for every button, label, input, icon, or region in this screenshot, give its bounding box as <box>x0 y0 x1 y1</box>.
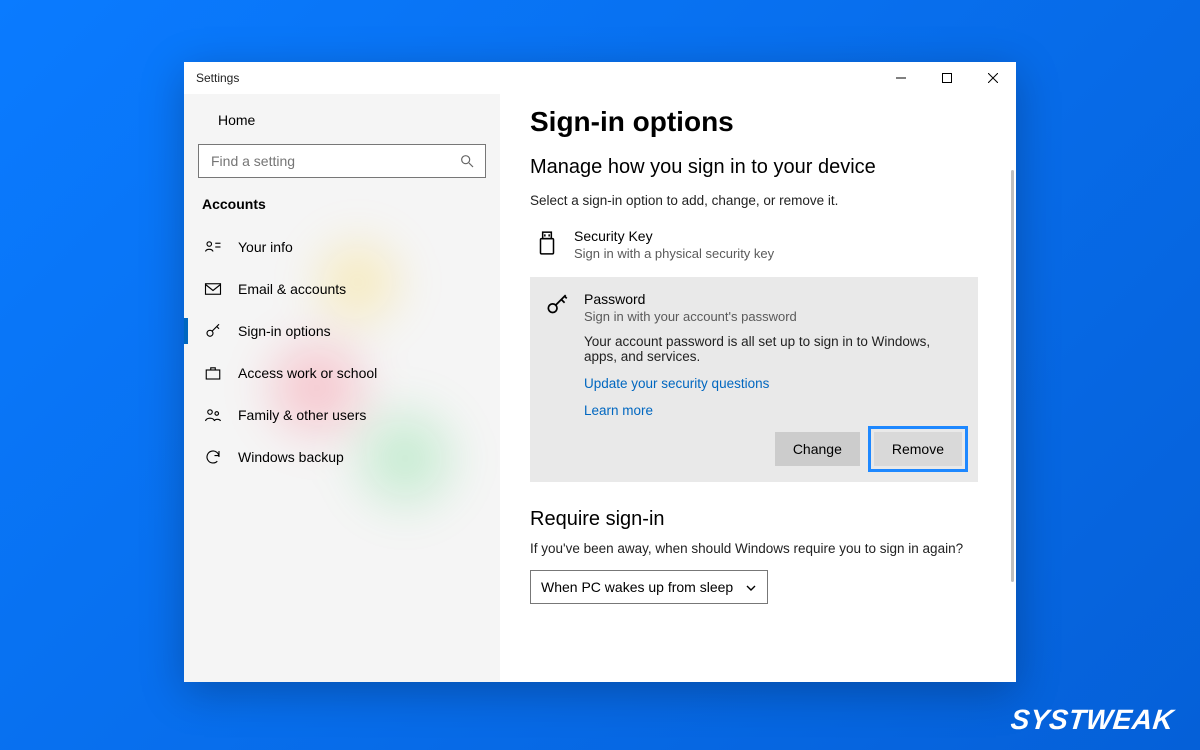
sidebar-item-work-school[interactable]: Access work or school <box>198 352 486 394</box>
option-title: Security Key <box>574 228 774 244</box>
page-hint: Select a sign-in option to add, change, … <box>530 193 978 208</box>
sidebar-nav: Your info Email & accounts Sign-in optio… <box>198 226 486 478</box>
password-key-icon <box>544 293 570 319</box>
sidebar-item-label: Family & other users <box>238 407 366 423</box>
chevron-down-icon <box>745 581 757 593</box>
learn-more-link[interactable]: Learn more <box>584 403 962 418</box>
sidebar-item-your-info[interactable]: Your info <box>198 226 486 268</box>
window-title: Settings <box>196 71 239 85</box>
sidebar-home-label: Home <box>218 112 255 128</box>
option-title: Password <box>584 291 797 307</box>
person-card-icon <box>204 238 222 256</box>
sidebar-item-label: Sign-in options <box>238 323 331 339</box>
key-icon <box>204 322 222 340</box>
watermark: SYSTWEAK <box>1011 704 1174 736</box>
close-button[interactable] <box>970 62 1016 94</box>
page-subtitle: Manage how you sign in to your device <box>530 156 978 179</box>
update-security-questions-link[interactable]: Update your security questions <box>584 376 962 391</box>
sidebar-item-label: Windows backup <box>238 449 344 465</box>
usb-key-icon <box>534 230 560 256</box>
require-signin-question: If you've been away, when should Windows… <box>530 541 978 556</box>
sidebar-section-label: Accounts <box>202 196 486 212</box>
sidebar-item-email-accounts[interactable]: Email & accounts <box>198 268 486 310</box>
minimize-button[interactable] <box>878 62 924 94</box>
settings-window: Settings Home A <box>184 62 1016 682</box>
option-sub: Sign in with a physical security key <box>574 246 774 261</box>
titlebar: Settings <box>184 62 1016 94</box>
content-pane: Sign-in options Manage how you sign in t… <box>500 94 1016 682</box>
page-title: Sign-in options <box>530 106 978 138</box>
change-button[interactable]: Change <box>775 432 860 466</box>
sidebar-item-label: Your info <box>238 239 293 255</box>
require-signin-dropdown[interactable]: When PC wakes up from sleep <box>530 570 768 604</box>
people-icon <box>204 406 222 424</box>
sidebar-home[interactable]: Home <box>198 102 486 138</box>
sidebar-item-family-users[interactable]: Family & other users <box>198 394 486 436</box>
sync-icon <box>204 448 222 466</box>
scrollbar[interactable] <box>1011 170 1014 582</box>
briefcase-icon <box>204 364 222 382</box>
sidebar-item-label: Access work or school <box>238 365 377 381</box>
search-field[interactable] <box>209 152 459 170</box>
search-icon <box>459 153 475 169</box>
mail-icon <box>204 280 222 298</box>
sidebar-item-label: Email & accounts <box>238 281 346 297</box>
option-security-key[interactable]: Security Key Sign in with a physical sec… <box>530 222 978 267</box>
sidebar-item-windows-backup[interactable]: Windows backup <box>198 436 486 478</box>
option-password[interactable]: Password Sign in with your account's pas… <box>544 291 962 324</box>
search-input[interactable] <box>198 144 486 178</box>
option-password-panel: Password Sign in with your account's pas… <box>530 277 978 482</box>
require-signin-title: Require sign-in <box>530 508 978 531</box>
option-sub: Sign in with your account's password <box>584 309 797 324</box>
dropdown-selected: When PC wakes up from sleep <box>541 579 733 595</box>
remove-button[interactable]: Remove <box>874 432 962 466</box>
maximize-button[interactable] <box>924 62 970 94</box>
sidebar: Home Accounts Your info <box>184 94 500 682</box>
password-status-text: Your account password is all set up to s… <box>584 334 962 364</box>
sidebar-item-signin-options[interactable]: Sign-in options <box>198 310 486 352</box>
